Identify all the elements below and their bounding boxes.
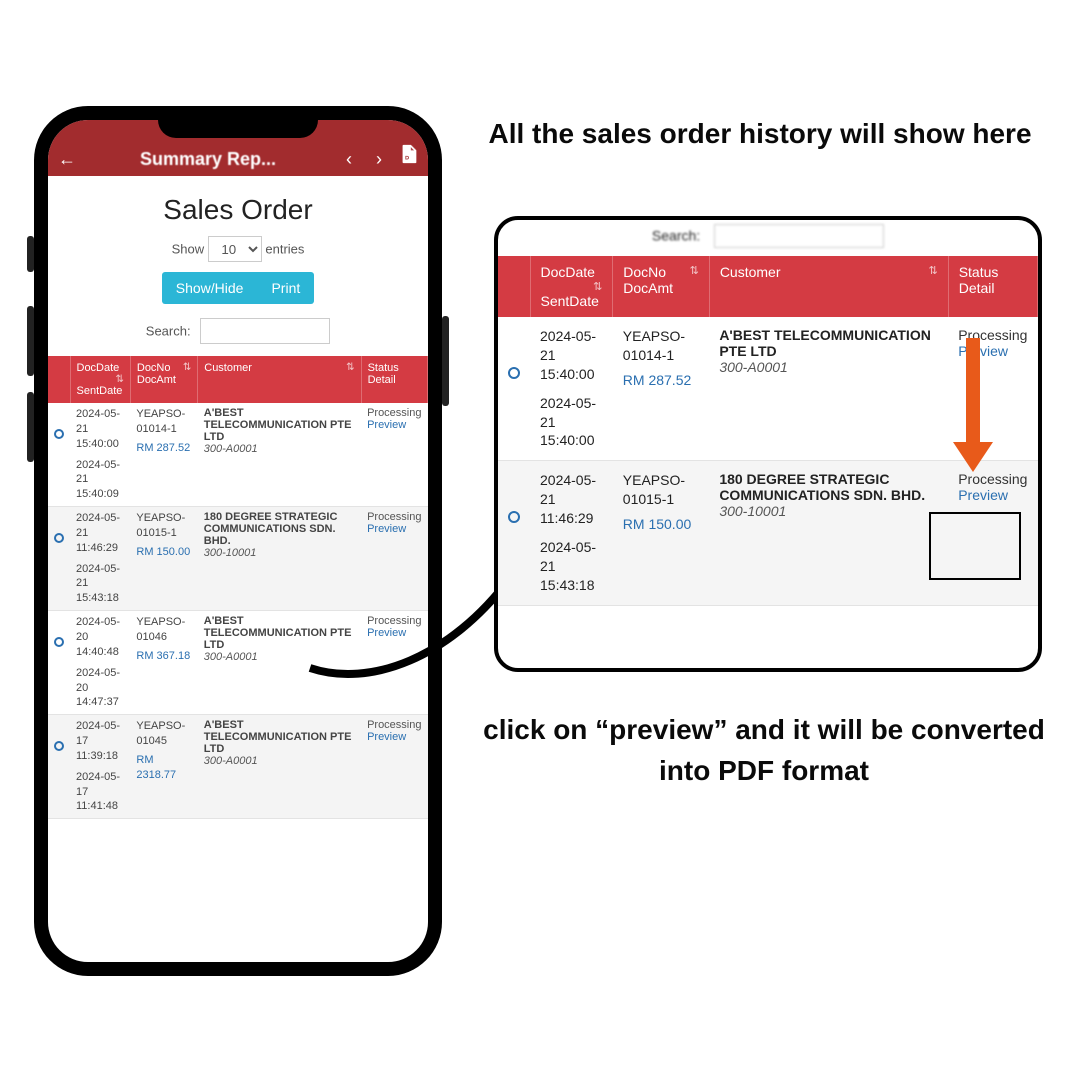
next-icon[interactable]: ›: [368, 149, 390, 170]
page-title: Sales Order: [48, 176, 428, 236]
side-button: [27, 236, 34, 272]
cell-docno: YEAPSO-01014-1RM 287.52: [130, 403, 197, 507]
print-button[interactable]: Print: [257, 272, 314, 304]
cell-docno: YEAPSO-01015-1RM 150.00: [130, 507, 197, 611]
col-customer[interactable]: Customer⇅: [198, 356, 361, 403]
preview-link[interactable]: Preview: [958, 487, 1008, 503]
orders-table: DocDate⇅ SentDate DocNo⇅ DocAmt Customer…: [48, 356, 428, 819]
cell-docno: YEAPSO-01014-1RM 287.52: [613, 317, 710, 461]
zoom-search-row: Search:: [498, 220, 1038, 256]
phone-notch: [158, 112, 318, 138]
cell-docno: YEAPSO-01046RM 367.18: [130, 611, 197, 715]
side-button: [27, 306, 34, 376]
cell-docno: YEAPSO-01015-1RM 150.00: [613, 461, 710, 605]
highlight-box: [929, 512, 1021, 580]
row-radio[interactable]: [54, 637, 64, 647]
cell-status: ProcessingPreview: [361, 611, 427, 715]
annotation-top: All the sales order history will show he…: [480, 115, 1040, 153]
preview-link[interactable]: Preview: [367, 627, 406, 639]
cell-customer: A'BEST TELECOMMUNICATION PTE LTD300-A000…: [709, 317, 948, 461]
cell-docdate: 2024-05-2111:46:292024-05-2115:43:18: [530, 461, 613, 605]
entries-control: Show 10 entries: [48, 236, 428, 272]
row-radio[interactable]: [508, 367, 520, 379]
cell-docdate: 2024-05-1711:39:182024-05-1711:41:48: [70, 715, 130, 819]
col-docno[interactable]: DocNo⇅ DocAmt: [130, 356, 197, 403]
cell-docdate: 2024-05-2115:40:002024-05-2115:40:09: [70, 403, 130, 507]
cell-status: ProcessingPreview: [361, 507, 427, 611]
phone-screen: ← Summary Rep... ‹ › Sales Order Show 10…: [48, 120, 428, 962]
entries-label: entries: [265, 242, 304, 257]
cell-status: ProcessingPreview: [361, 403, 427, 507]
col-docdate[interactable]: DocDate⇅ SentDate: [70, 356, 130, 403]
preview-link[interactable]: Preview: [367, 419, 406, 431]
table-row[interactable]: 2024-05-2115:40:002024-05-2115:40:09YEAP…: [48, 403, 428, 507]
table-row[interactable]: 2024-05-1711:39:182024-05-1711:41:48YEAP…: [48, 715, 428, 819]
search-input[interactable]: [200, 318, 330, 344]
phone-frame: ← Summary Rep... ‹ › Sales Order Show 10…: [34, 106, 442, 976]
cell-customer: A'BEST TELECOMMUNICATION PTE LTD300-A000…: [198, 403, 361, 507]
search-row: Search:: [48, 318, 428, 356]
zoom-panel: Search: DocDate⇅ SentDate DocNo⇅ DocAmt …: [494, 216, 1042, 672]
side-button: [442, 316, 449, 406]
zcol-docdate[interactable]: DocDate⇅ SentDate: [530, 256, 613, 317]
side-button: [27, 392, 34, 462]
zoom-search-label: Search:: [652, 228, 700, 244]
cell-status: ProcessingPreview: [361, 715, 427, 819]
action-buttons: Show/HidePrint: [162, 272, 315, 304]
annotation-bottom: click on “preview” and it will be conver…: [464, 710, 1064, 791]
header-title: Summary Rep...: [86, 149, 330, 170]
zoom-search-input[interactable]: [714, 224, 884, 248]
cell-customer: A'BEST TELECOMMUNICATION PTE LTD300-A000…: [198, 715, 361, 819]
cell-docdate: 2024-05-2014:40:482024-05-2014:47:37: [70, 611, 130, 715]
table-row[interactable]: 2024-05-2111:46:292024-05-2115:43:18YEAP…: [48, 507, 428, 611]
search-label: Search:: [146, 324, 191, 339]
back-icon[interactable]: ←: [56, 149, 78, 170]
orange-arrow-icon: [956, 338, 990, 488]
cell-docdate: 2024-05-2115:40:002024-05-2115:40:00: [530, 317, 613, 461]
row-radio[interactable]: [508, 511, 520, 523]
preview-link[interactable]: Preview: [367, 731, 406, 743]
prev-icon[interactable]: ‹: [338, 149, 360, 170]
cell-docno: YEAPSO-01045RM 2318.77: [130, 715, 197, 819]
cell-customer: 180 DEGREE STRATEGIC COMMUNICATIONS SDN.…: [709, 461, 948, 605]
row-radio[interactable]: [54, 429, 64, 439]
show-label: Show: [172, 242, 205, 257]
zcol-status[interactable]: Status Detail: [948, 256, 1037, 317]
row-radio[interactable]: [54, 741, 64, 751]
zcol-customer[interactable]: Customer⇅: [709, 256, 948, 317]
pdf-icon[interactable]: [398, 143, 420, 170]
zcol-docno[interactable]: DocNo⇅ DocAmt: [613, 256, 710, 317]
cell-customer: 180 DEGREE STRATEGIC COMMUNICATIONS SDN.…: [198, 507, 361, 611]
entries-select[interactable]: 10: [208, 236, 262, 262]
cell-customer: A'BEST TELECOMMUNICATION PTE LTD300-A000…: [198, 611, 361, 715]
row-radio[interactable]: [54, 533, 64, 543]
col-status[interactable]: Status Detail: [361, 356, 427, 403]
cell-docdate: 2024-05-2111:46:292024-05-2115:43:18: [70, 507, 130, 611]
show-hide-button[interactable]: Show/Hide: [162, 272, 258, 304]
table-row[interactable]: 2024-05-2014:40:482024-05-2014:47:37YEAP…: [48, 611, 428, 715]
preview-link[interactable]: Preview: [367, 523, 406, 535]
